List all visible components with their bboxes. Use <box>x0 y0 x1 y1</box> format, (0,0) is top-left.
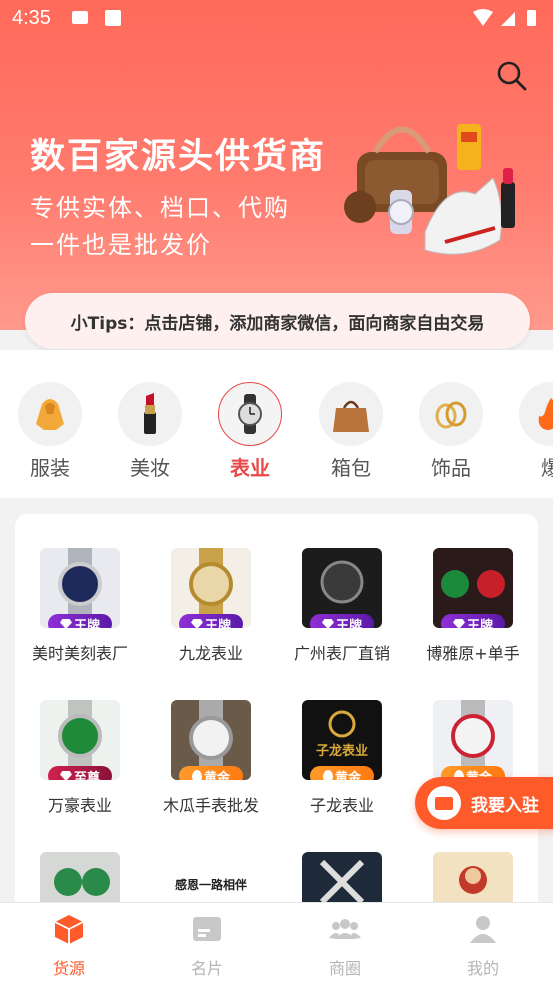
hero-title: 数百家源头供货商 <box>30 137 327 177</box>
diamond-icon <box>321 619 334 628</box>
tab-label: 商圈 <box>328 959 361 978</box>
store-name: 博雅原+单手 <box>426 644 520 663</box>
search-icon[interactable] <box>496 60 528 92</box>
join-merchant-button[interactable]: 我要入驻 <box>415 777 553 829</box>
category-label: 表业 <box>230 456 270 480</box>
tier-badge: 王牌 <box>310 614 374 628</box>
store-item[interactable]: 子龙表业 黄金 子龙表业 <box>277 700 407 816</box>
tier-badge: 黄金 <box>179 766 243 780</box>
diamond-icon <box>59 619 72 628</box>
hero-banner: 4:35 数百家源头供货商 专供实体、档口、代购 一件也是批发价 <box>0 0 553 330</box>
tab-label: 名片 <box>190 959 223 978</box>
category-item-jewelry[interactable]: 饰品 <box>419 382 483 481</box>
store-grid: 王牌 美时美刻表厂 王牌 九龙表业 王牌 广州表厂直销 王牌 博雅原+单手 至尊… <box>15 514 538 934</box>
category-label: 美妆 <box>130 456 170 480</box>
store-thumbnail: 子龙表业 黄金 <box>302 700 382 780</box>
category-label: 箱包 <box>331 456 371 480</box>
store-item[interactable]: 王牌 广州表厂直销 <box>277 548 407 664</box>
store-item[interactable]: 王牌 博雅原+单手 <box>408 548 538 664</box>
category-strip: 服装 美妆 表业 箱包 饰品 爆 <box>0 350 553 498</box>
status-bar: 4:35 <box>0 0 553 36</box>
hero-subtitle: 专供实体、档口、代购 <box>30 194 290 222</box>
rings-icon <box>435 401 467 429</box>
signal-battery-icon <box>473 9 536 26</box>
store-name: 九龙表业 <box>178 644 243 663</box>
store-name: 广州表厂直销 <box>293 644 390 663</box>
category-label: 饰品 <box>431 456 471 480</box>
store-logo-text: 子龙表业 <box>315 744 368 759</box>
tier-badge: 黄金 <box>310 766 374 780</box>
diamond-icon <box>452 619 465 628</box>
category-label: 爆 <box>541 456 553 480</box>
tab-source[interactable]: 货源 <box>24 913 114 979</box>
store-item[interactable]: 黄金 木瓜手表批发 <box>146 700 276 816</box>
category-item-clothing[interactable]: 服装 <box>18 382 82 481</box>
tab-circle[interactable]: 商圈 <box>300 913 390 979</box>
category-item-cosmetics[interactable]: 美妆 <box>118 382 182 481</box>
store-logo-text: 感恩一路相伴 <box>174 878 247 892</box>
tab-mine[interactable]: 我的 <box>438 913 528 979</box>
shop-icon <box>427 786 461 820</box>
hero-subtitle: 一件也是批发价 <box>30 231 212 259</box>
tab-label: 货源 <box>52 959 85 978</box>
store-name: 万豪表业 <box>47 796 112 815</box>
handbag-icon <box>333 400 369 432</box>
tier-badge: 王牌 <box>441 614 505 628</box>
tier-badge: 至尊 <box>48 766 112 780</box>
flame-icon <box>322 770 333 780</box>
store-thumbnail: 王牌 <box>40 548 120 628</box>
flame-icon <box>191 770 202 780</box>
card-icon <box>193 917 221 941</box>
store-thumbnail: 王牌 <box>302 548 382 628</box>
join-button-label: 我要入驻 <box>471 795 539 816</box>
store-item[interactable]: 至尊 万豪表业 <box>15 700 145 816</box>
app-notification-icon <box>105 10 121 26</box>
lipstick-icon <box>144 393 156 434</box>
diamond-icon <box>59 771 72 780</box>
store-thumbnail: 至尊 <box>40 700 120 780</box>
tab-label: 我的 <box>466 959 499 978</box>
hero-products-illustration <box>344 124 515 255</box>
store-name: 木瓜手表批发 <box>162 796 259 815</box>
tier-badge: 王牌 <box>179 614 243 628</box>
store-thumbnail: 黄金 <box>171 700 251 780</box>
gallery-icon <box>72 11 88 24</box>
person-icon <box>470 916 496 943</box>
status-time: 4:35 <box>12 7 51 29</box>
store-item[interactable]: 王牌 美时美刻表厂 <box>15 548 145 664</box>
store-name: 子龙表业 <box>309 796 374 815</box>
group-icon <box>329 919 361 939</box>
hoodie-icon <box>36 399 64 430</box>
category-item-bags[interactable]: 箱包 <box>319 382 383 481</box>
diamond-icon <box>190 619 203 628</box>
store-thumbnail: 王牌 <box>433 548 513 628</box>
store-item[interactable]: 王牌 九龙表业 <box>146 548 276 664</box>
store-name: 美时美刻表厂 <box>31 644 128 663</box>
category-item-hot[interactable]: 爆 <box>519 382 553 481</box>
store-thumbnail: 王牌 <box>171 548 251 628</box>
store-thumbnail: 黄金 <box>433 700 513 780</box>
category-item-watches[interactable]: 表业 <box>218 382 282 481</box>
cube-icon <box>54 915 84 944</box>
category-label: 服装 <box>30 456 70 480</box>
bottom-tab-bar: 货源 名片 商圈 我的 <box>0 902 553 984</box>
tier-badge: 王牌 <box>48 614 112 628</box>
tips-banner: 小Tips：点击店铺，添加商家微信，面向商家自由交易 <box>25 293 530 349</box>
watch-icon <box>238 394 262 434</box>
tab-card[interactable]: 名片 <box>162 913 252 979</box>
hot-flame-icon <box>538 398 553 430</box>
